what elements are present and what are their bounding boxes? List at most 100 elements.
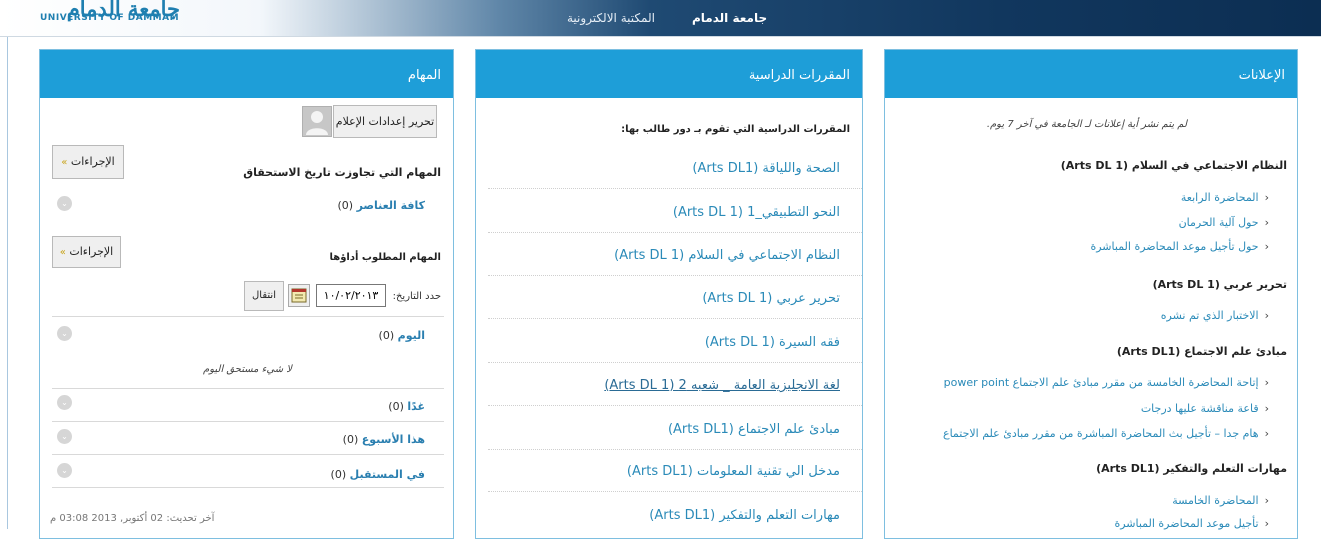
all-items-count: (0) [337, 199, 354, 212]
announcement-title: تأجيل موعد المحاضرة المباشرة [1114, 517, 1259, 530]
future-row: في المستقبل (0) [331, 468, 425, 481]
today-link[interactable]: اليوم [398, 329, 425, 342]
announcement-title: هام جدا – تأجيل بث المحاضرة المباشرة من … [943, 427, 1259, 440]
chevron-bullet-icon: ‹ [1264, 517, 1269, 530]
overdue-actions-button[interactable]: الإجراءات » [52, 145, 124, 179]
header-divider [0, 36, 1321, 37]
double-chevron-down-icon: » [59, 247, 66, 258]
announcement-link[interactable]: ‹ المحاضرة الخامسة [1172, 494, 1269, 507]
announcement-link[interactable]: ‹ المحاضرة الرابعة [1181, 191, 1269, 204]
tasks-panel-title: المهام [407, 68, 441, 83]
announcement-link[interactable]: ‹ قاعة مناقشة عليها درجات [1141, 402, 1269, 415]
future-count: (0) [330, 468, 347, 481]
tomorrow-row: غدًا (0) [388, 400, 425, 413]
divider [52, 454, 444, 455]
tasks-panel: المهام تحرير إعدادات الإعلام الإجراءات »… [39, 49, 454, 539]
course-link[interactable]: الصحة واللياقة (Arts DL1) [692, 161, 840, 176]
course-link[interactable]: مدخل الي تقنية المعلومات (Arts DL1) [627, 464, 840, 479]
course-divider [488, 275, 862, 276]
chevron-bullet-icon: ‹ [1264, 309, 1269, 322]
announcement-link[interactable]: ‹ تأجيل موعد المحاضرة المباشرة [1114, 517, 1269, 530]
this-week-count: (0) [342, 433, 359, 446]
divider [52, 388, 444, 389]
course-divider [488, 491, 862, 492]
announcements-panel-header[interactable]: الإعلانات [885, 50, 1297, 98]
university-logo[interactable]: جامعة الدمام UNIVERSITY OF DAMMAM [40, 0, 180, 36]
avatar [302, 106, 332, 137]
expand-chevron-icon[interactable]: ⌄ [57, 196, 72, 211]
course-link[interactable]: تحرير عربي (Arts DL 1) [702, 291, 840, 306]
calendar-glyph [291, 288, 307, 303]
course-link[interactable]: النحو التطبيقي_1 (Arts DL 1) [673, 205, 840, 220]
double-chevron-down-icon: » [61, 157, 68, 168]
expand-chevron-icon[interactable]: ⌄ [57, 395, 72, 410]
divider [52, 487, 444, 488]
course-divider [488, 449, 862, 450]
logo-english-text: UNIVERSITY OF DAMMAM [40, 13, 180, 23]
no-announcements-note: لم يتم نشر أية إعلانات لـ الجامعة في آخر… [986, 119, 1187, 130]
page-left-border [7, 37, 8, 529]
today-row: اليوم (0) [379, 329, 425, 342]
course-divider [488, 188, 862, 189]
course-link[interactable]: النظام الاجتماعي في السلام (Arts DL 1) [614, 248, 840, 263]
announcement-title: حول آلية الحرمان [1178, 216, 1259, 229]
due-date-input[interactable] [316, 284, 386, 307]
courses-panel-title: المقررات الدراسية [748, 68, 850, 83]
nothing-due-message: لا شيء مستحق اليوم [203, 364, 292, 375]
tasks-panel-header[interactable]: المهام [40, 50, 453, 98]
chevron-bullet-icon: ‹ [1264, 376, 1269, 389]
course-divider [488, 232, 862, 233]
all-items-link[interactable]: كافة العناصر [357, 199, 425, 212]
chevron-bullet-icon: ‹ [1264, 427, 1269, 440]
nav-tab-e-library[interactable]: المكتبة الالكترونية [567, 11, 655, 25]
tomorrow-link[interactable]: غدًا [407, 400, 425, 413]
course-link[interactable]: مهارات التعلم والتفكير (Arts DL1) [649, 508, 840, 523]
user-silhouette-icon [306, 111, 328, 135]
announcement-link[interactable]: ‹ حول آلية الحرمان [1179, 216, 1269, 229]
this-week-link[interactable]: هذا الأسبوع [362, 433, 425, 446]
course-link[interactable]: فقه السيرة (Arts DL 1) [705, 335, 840, 350]
announcement-link[interactable]: ‹ الاختبار الذي تم نشره [1161, 309, 1269, 322]
top-header-bar: جامعة الدمام UNIVERSITY OF DAMMAM جامعة … [0, 0, 1321, 36]
announcement-link[interactable]: ‹ إتاحة المحاضرة الخامسة من مقرر مبادئ عل… [944, 376, 1269, 389]
last-updated-text: آخر تحديث: 02 أكتوبر, 2013 03:08 م [50, 513, 215, 524]
calendar-icon[interactable] [288, 284, 310, 307]
nav-tab-university[interactable]: جامعة الدمام [692, 11, 767, 25]
all-items-row: كافة العناصر (0) [337, 199, 425, 212]
announcements-panel: الإعلانات لم يتم نشر أية إعلانات لـ الجا… [884, 49, 1298, 539]
tomorrow-count: (0) [388, 400, 404, 413]
chevron-bullet-icon: ‹ [1264, 240, 1269, 253]
courses-panel-header[interactable]: المقررات الدراسية [476, 50, 862, 98]
announcement-title: قاعة مناقشة عليها درجات [1140, 402, 1259, 415]
course-divider [488, 405, 862, 406]
course-divider [488, 362, 862, 363]
edit-notification-settings-button[interactable]: تحرير إعدادات الإعلام [333, 105, 437, 138]
go-button[interactable]: انتقال [244, 281, 284, 311]
course-divider [488, 318, 862, 319]
chevron-bullet-icon: ‹ [1264, 402, 1269, 415]
announcement-link[interactable]: ‹ حول تأجيل موعد المحاضرة المباشرة [1090, 240, 1269, 253]
announcement-title: حول تأجيل موعد المحاضرة المباشرة [1090, 240, 1259, 253]
courses-subtitle: المقررات الدراسية التي تقوم بـ دور طالب … [621, 124, 850, 135]
announcement-title: الاختبار الذي تم نشره [1160, 309, 1259, 322]
chevron-bullet-icon: ‹ [1264, 494, 1269, 507]
today-count: (0) [378, 329, 395, 342]
course-link-hovered[interactable]: لغة الانجليزية العامة _ شعبه 2 (Arts DL … [604, 378, 840, 393]
announcements-panel-title: الإعلانات [1238, 68, 1285, 83]
chevron-bullet-icon: ‹ [1264, 191, 1269, 204]
announcement-link[interactable]: ‹ هام جدا – تأجيل بث المحاضرة المباشرة من… [943, 427, 1269, 440]
due-date-label: حدد التاريخ: [392, 291, 441, 302]
announcement-course-heading: مهارات التعلم والتفكير (Arts DL1) [1096, 462, 1287, 475]
actions-label: الإجراءات [69, 245, 114, 258]
announcement-title: إتاحة المحاضرة الخامسة من مقرر مبادئ علم… [943, 376, 1259, 389]
expand-chevron-icon[interactable]: ⌄ [57, 463, 72, 478]
future-link[interactable]: في المستقبل [350, 468, 425, 481]
expand-chevron-icon[interactable]: ⌄ [57, 429, 72, 444]
courses-panel: المقررات الدراسية المقررات الدراسية التي… [475, 49, 863, 539]
expand-chevron-icon[interactable]: ⌄ [57, 326, 72, 341]
course-link[interactable]: مبادئ علم الاجتماع (Arts DL1) [668, 422, 840, 437]
divider [52, 316, 444, 317]
announcement-course-heading: النظام الاجتماعي في السلام (Arts DL 1) [1060, 159, 1287, 172]
due-actions-button[interactable]: الإجراءات » [52, 236, 121, 268]
announcement-title: المحاضرة الرابعة [1180, 191, 1259, 204]
